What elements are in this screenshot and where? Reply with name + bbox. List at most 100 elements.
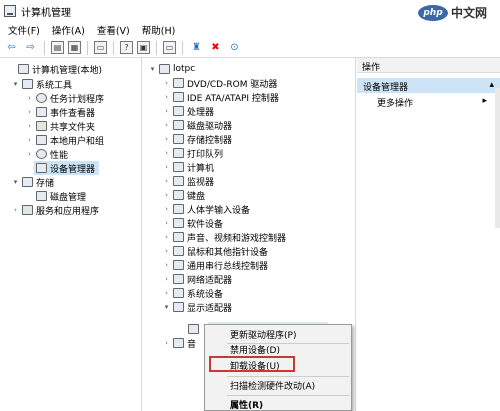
chevron-right-icon[interactable]: ›: [162, 163, 171, 171]
chevron-right-icon[interactable]: ›: [25, 108, 34, 116]
device-category[interactable]: › IDE ATA/ATAPI 控制器: [162, 90, 279, 104]
storage-controller-icon: [173, 134, 184, 144]
toolbar: ⇦ ⇨ ▤ ▦ ▭ ? ▣ ▭ ♜ ✖ ⊙: [0, 38, 500, 58]
device-category[interactable]: › 人体学输入设备: [162, 202, 250, 216]
chevron-right-icon[interactable]: ›: [162, 149, 171, 157]
menu-help[interactable]: 帮助(H): [136, 23, 182, 37]
tree-item-root[interactable]: 计算机管理(本地): [7, 62, 102, 76]
watermark-badge: php: [418, 4, 448, 21]
tree-item-task-scheduler[interactable]: › 任务计划程序: [25, 91, 104, 105]
chevron-right-icon[interactable]: ›: [25, 150, 34, 158]
device-category[interactable]: › 鼠标和其他指针设备: [162, 244, 268, 258]
device-category[interactable]: › 声音、视频和游戏控制器: [162, 230, 286, 244]
display-adapter-icon: [173, 302, 184, 312]
chevron-right-icon[interactable]: ›: [162, 93, 171, 101]
actions-section-device-manager[interactable]: 设备管理器 ▴: [357, 78, 500, 93]
menu-file[interactable]: 文件(F): [2, 23, 46, 37]
device-category[interactable]: › 打印队列: [162, 146, 223, 160]
chevron-right-icon[interactable]: ›: [162, 121, 171, 129]
computer-icon: [159, 64, 170, 74]
tree-item-system-tools[interactable]: ▾ 系统工具: [11, 77, 72, 91]
services-icon: [22, 205, 33, 215]
chevron-down-icon[interactable]: ▾: [162, 303, 171, 311]
properties-icon[interactable]: ▭: [94, 41, 107, 54]
more-actions[interactable]: 更多操作 ▸: [377, 96, 487, 109]
tree-item-event-viewer[interactable]: › 事件查看器: [25, 105, 95, 119]
device-category-display[interactable]: ▾ 显示适配器: [162, 300, 232, 314]
menu-item-update-driver[interactable]: 更新驱动程序(P): [205, 327, 351, 342]
monitor-icon: [173, 176, 184, 186]
menu-view[interactable]: 查看(V): [91, 23, 136, 37]
chevron-right-icon[interactable]: ›: [162, 219, 171, 227]
console-tree-pane: 计算机管理(本地) ▾ 系统工具 › 任务计划程序 › 事件查看器 › 共享文件夹 › 本…: [4, 58, 142, 411]
chevron-down-icon[interactable]: ▾: [11, 80, 20, 88]
users-icon: [36, 135, 47, 145]
tree-item-device-manager[interactable]: 设备管理器: [34, 161, 100, 175]
chevron-right-icon[interactable]: ›: [162, 339, 171, 347]
device-category[interactable]: › 计算机: [162, 160, 214, 174]
device-category[interactable]: › 软件设备: [162, 216, 223, 230]
keyboard-icon: [173, 190, 184, 200]
toolbar-separator: [113, 40, 114, 55]
remove-icon[interactable]: ✖: [208, 40, 223, 55]
help-icon[interactable]: ?: [120, 41, 133, 54]
tree-item-services[interactable]: › 服务和应用程序: [11, 203, 99, 217]
chevron-right-icon[interactable]: ›: [25, 94, 34, 102]
device-category[interactable]: › 磁盘驱动器: [162, 118, 232, 132]
device-category[interactable]: › 音: [162, 336, 196, 350]
chevron-right-icon[interactable]: ›: [162, 261, 171, 269]
chevron-down-icon[interactable]: ▾: [11, 178, 20, 186]
tree-item-local-users[interactable]: › 本地用户和组: [25, 133, 104, 147]
tools-icon: [22, 79, 33, 89]
clock-icon: [36, 93, 47, 103]
device-category[interactable]: › DVD/CD-ROM 驱动器: [162, 76, 277, 90]
chevron-right-icon[interactable]: ›: [162, 289, 171, 297]
forward-arrow-icon[interactable]: ⇨: [23, 40, 38, 55]
toolbar-separator: [44, 40, 45, 55]
disk-icon: [36, 191, 47, 201]
menu-item-disable-device[interactable]: 禁用设备(D): [205, 342, 351, 357]
speaker-icon: [173, 232, 184, 242]
chevron-right-icon[interactable]: ›: [162, 205, 171, 213]
tree-item-storage[interactable]: ▾ 存储: [11, 175, 54, 189]
chevron-right-icon[interactable]: ›: [162, 191, 171, 199]
chevron-right-icon[interactable]: ›: [25, 122, 34, 130]
monitor-icon[interactable]: ▭: [163, 41, 176, 54]
menu-action[interactable]: 操作(A): [46, 23, 91, 37]
device-category[interactable]: › 存储控制器: [162, 132, 232, 146]
folder-icon[interactable]: ▤: [51, 41, 64, 54]
chevron-right-icon[interactable]: ›: [162, 135, 171, 143]
vertical-scrollbar[interactable]: [495, 88, 500, 228]
chevron-right-icon[interactable]: ›: [25, 136, 34, 144]
chevron-right-icon[interactable]: ›: [162, 247, 171, 255]
back-arrow-icon[interactable]: ⇦: [4, 40, 19, 55]
chevron-right-icon[interactable]: ›: [162, 275, 171, 283]
console-icon[interactable]: ▦: [68, 41, 81, 54]
download-icon[interactable]: ⊙: [227, 40, 242, 55]
chevron-right-icon[interactable]: ›: [162, 79, 171, 87]
chevron-right-icon[interactable]: ›: [162, 233, 171, 241]
tree-item-disk-management[interactable]: 磁盘管理: [34, 189, 86, 203]
device-category[interactable]: › 监视器: [162, 174, 214, 188]
toolbar-separator: [87, 40, 88, 55]
chevron-right-icon[interactable]: ›: [11, 206, 20, 214]
chevron-right-icon[interactable]: ›: [162, 177, 171, 185]
window-icon[interactable]: ▣: [137, 41, 150, 54]
device-category[interactable]: › 键盘: [162, 188, 205, 202]
device-category[interactable]: › 处理器: [162, 104, 214, 118]
collapse-arrow-icon[interactable]: ▴: [489, 80, 494, 91]
device-root[interactable]: ▾ lotpc: [148, 62, 195, 76]
actions-header: 操作: [357, 58, 500, 73]
tree-item-performance[interactable]: › 性能: [25, 147, 68, 161]
menu-item-properties[interactable]: 属性(R): [205, 397, 351, 411]
network-icon: [173, 274, 184, 284]
device-category[interactable]: › 网络适配器: [162, 272, 232, 286]
chevron-down-icon[interactable]: ▾: [148, 65, 157, 73]
tree-item-shared-folders[interactable]: › 共享文件夹: [25, 119, 95, 133]
scan-icon[interactable]: ♜: [189, 40, 204, 55]
menu-item-scan-hardware[interactable]: 扫描检测硬件改动(A): [205, 378, 351, 393]
device-category[interactable]: › 通用串行总线控制器: [162, 258, 268, 272]
chevron-right-icon: ▸: [482, 96, 487, 106]
device-category[interactable]: › 系统设备: [162, 286, 223, 300]
chevron-right-icon[interactable]: ›: [162, 107, 171, 115]
